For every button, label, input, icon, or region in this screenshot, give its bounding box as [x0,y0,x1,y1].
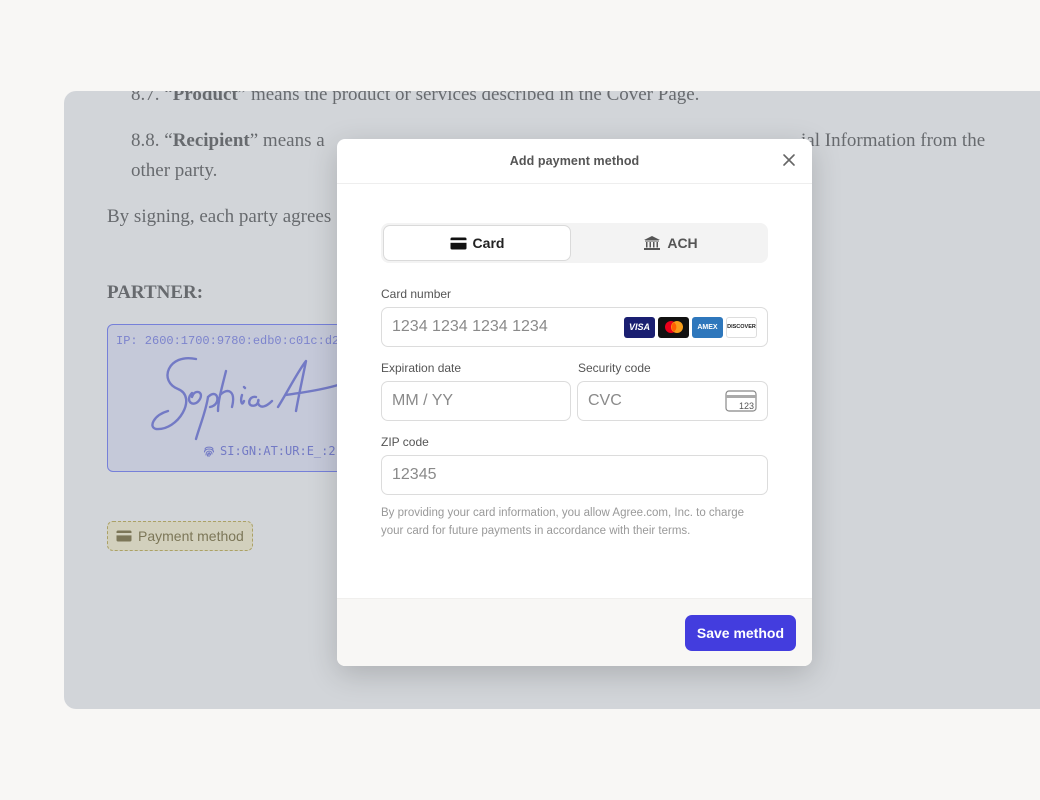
security-code-input[interactable] [588,392,725,410]
card-disclaimer: By providing your card information, you … [381,507,745,537]
close-icon[interactable] [782,153,796,167]
security-code-field: 123 [577,381,768,421]
add-payment-modal: Add payment method Card ACH Card number … [337,139,812,666]
credit-card-icon [450,237,467,249]
tab-ach[interactable]: ACH [575,225,766,261]
amex-icon: AMEX [692,316,723,338]
visa-icon: VISA [624,316,655,338]
expiration-field [381,381,571,421]
security-code-label: Security code [578,361,651,375]
expiration-input[interactable] [392,392,560,410]
zip-code-field [381,455,768,495]
bank-icon [644,236,661,250]
tab-ach-label: ACH [667,235,698,251]
card-number-label: Card number [381,287,452,301]
payment-type-tabs: Card ACH [381,223,768,263]
card-number-field: VISA AMEX DISCOVER [381,307,768,347]
zip-code-label: ZIP code [381,435,429,449]
tab-card-label: Card [472,235,505,251]
expiration-label: Expiration date [381,361,462,375]
tab-card[interactable]: Card [383,225,571,261]
cvc-icon-text: 123 [738,401,754,411]
card-brand-logos: VISA AMEX DISCOVER [624,316,757,338]
save-method-button[interactable]: Save method [684,615,796,651]
modal-header: Add payment method [337,139,812,184]
mastercard-icon [658,316,689,338]
card-number-input[interactable] [392,318,624,336]
discover-icon: DISCOVER [726,316,757,338]
zip-code-input[interactable] [392,466,757,484]
cvc-card-icon: 123 [725,390,757,412]
modal-title: Add payment method [509,154,640,168]
modal-footer: Save method [337,598,812,666]
